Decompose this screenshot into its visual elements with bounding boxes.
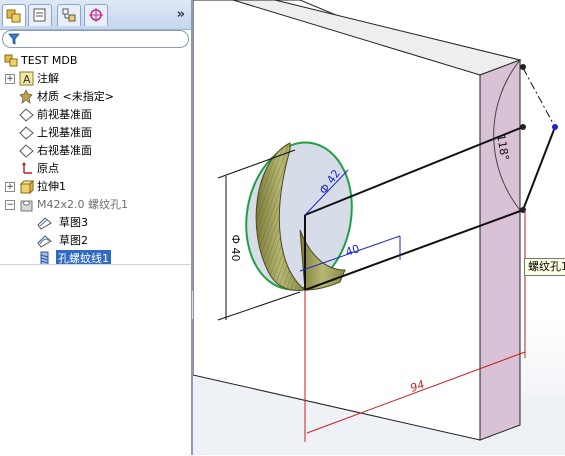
filter-icon: [8, 33, 20, 45]
origin-icon: [22, 162, 32, 174]
property-icon: [33, 8, 46, 22]
tree-item-label: 原点: [37, 162, 59, 175]
material-icon: [19, 89, 33, 104]
tab-property-manager[interactable]: [28, 4, 52, 26]
feature-tree-icon: [6, 9, 21, 23]
expand-chevron-icon[interactable]: »: [177, 7, 185, 22]
annotation-icon: A: [19, 71, 34, 86]
selection-tooltip: 螺纹孔1: [524, 258, 565, 276]
hole-wizard-icon: [20, 200, 33, 212]
configuration-icon: [62, 8, 76, 22]
tree-item-label: 前视基准面: [37, 108, 92, 121]
extrude-icon: [19, 179, 34, 194]
tree-item-label: 上视基准面: [37, 126, 92, 139]
tree-item-label: 注解: [37, 72, 59, 85]
filter-input[interactable]: [2, 30, 189, 48]
panel-empty-area: [0, 264, 191, 456]
tree-item-label: 材质 <未指定>: [37, 90, 114, 103]
graphics-area[interactable]: Ф 40 Ф 42 40 94 118°: [193, 0, 565, 455]
sketch-icon: [37, 217, 52, 230]
sketch-point: [520, 64, 526, 70]
part-icon: [4, 54, 18, 67]
tree-item-label: M42x2.0 螺纹孔1: [37, 198, 128, 211]
tab-dimxpert-manager[interactable]: [84, 4, 108, 26]
dimension-d40[interactable]: Ф 40: [229, 235, 242, 262]
tree-item-label: 草图3: [59, 216, 88, 229]
block-side-face: [479, 59, 521, 441]
sketch-point: [520, 124, 526, 130]
tab-feature-manager[interactable]: [2, 4, 26, 26]
sketch-point: [552, 124, 558, 130]
tree-item-label: 草图2: [59, 234, 88, 247]
tab-configuration-manager[interactable]: [57, 4, 81, 26]
tree-item-label: 右视基准面: [37, 144, 92, 157]
svg-text:A: A: [23, 73, 31, 86]
plane-icon: [19, 108, 34, 122]
tree-item-label: 拉伸1: [37, 180, 66, 193]
feature-manager-panel: » TEST MDB + A 注解 材质 <未指定> 前视基准面 上视基准面 右…: [0, 0, 191, 456]
panel-tab-strip: »: [0, 0, 191, 30]
expand-plus-icon[interactable]: +: [5, 74, 15, 84]
collapse-minus-icon[interactable]: −: [5, 200, 15, 210]
tree-root-label: TEST MDB: [21, 54, 78, 67]
expand-plus-icon[interactable]: +: [5, 182, 15, 192]
plane-icon: [19, 126, 34, 140]
crosshair-icon: [89, 8, 103, 22]
sketch-icon: [37, 235, 52, 248]
plane-icon: [19, 144, 34, 158]
